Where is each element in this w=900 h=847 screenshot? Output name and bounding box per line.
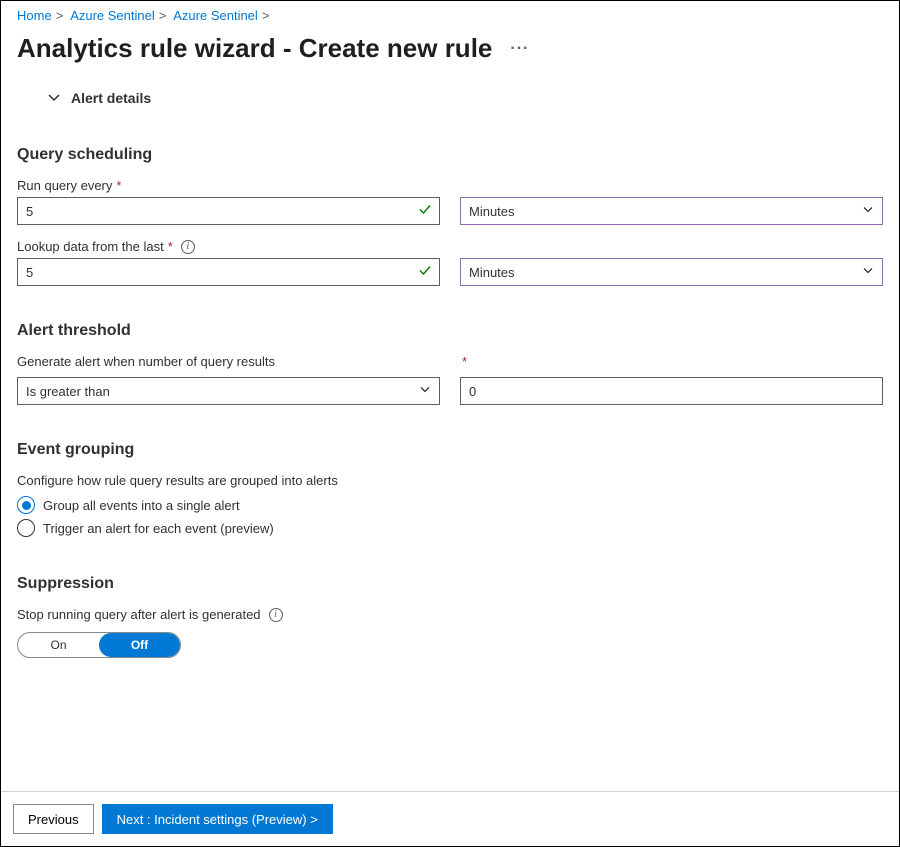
- suppression-label: Stop running query after alert is genera…: [17, 607, 883, 622]
- breadcrumb-sentinel-2[interactable]: Azure Sentinel: [173, 8, 258, 23]
- more-icon[interactable]: ···: [510, 40, 529, 58]
- run-every-input[interactable]: [17, 197, 440, 225]
- breadcrumb-sentinel-1[interactable]: Azure Sentinel: [70, 8, 155, 23]
- run-every-unit-select[interactable]: Minutes: [460, 197, 883, 225]
- toggle-on[interactable]: On: [18, 633, 99, 657]
- threshold-condition-label: Generate alert when number of query resu…: [17, 354, 440, 369]
- wizard-footer: Previous Next : Incident settings (Previ…: [1, 791, 899, 846]
- section-threshold-title: Alert threshold: [17, 322, 883, 340]
- grouping-description: Configure how rule query results are gro…: [17, 473, 883, 488]
- chevron-down-icon: [862, 204, 874, 219]
- breadcrumb-home[interactable]: Home: [17, 8, 52, 23]
- alert-details-collapser[interactable]: Alert details: [17, 80, 883, 124]
- section-scheduling-title: Query scheduling: [17, 146, 883, 164]
- lookup-input[interactable]: [17, 258, 440, 286]
- radio-icon: [17, 519, 35, 537]
- alert-details-label: Alert details: [71, 90, 151, 106]
- chevron-down-icon: [47, 91, 61, 105]
- info-icon[interactable]: i: [181, 240, 195, 254]
- section-grouping-title: Event grouping: [17, 441, 883, 459]
- page-title: Analytics rule wizard - Create new rule …: [17, 29, 883, 80]
- previous-button[interactable]: Previous: [13, 804, 94, 834]
- breadcrumb: Home> Azure Sentinel> Azure Sentinel>: [17, 6, 883, 29]
- lookup-unit-select[interactable]: Minutes: [460, 258, 883, 286]
- lookup-label: Lookup data from the last* i: [17, 239, 883, 254]
- suppression-toggle[interactable]: On Off: [17, 632, 181, 658]
- threshold-value-input[interactable]: [460, 377, 883, 405]
- grouping-option-single[interactable]: Group all events into a single alert: [17, 496, 883, 514]
- radio-icon: [17, 496, 35, 514]
- next-button[interactable]: Next : Incident settings (Preview) >: [102, 804, 333, 834]
- grouping-option-each[interactable]: Trigger an alert for each event (preview…: [17, 519, 883, 537]
- run-every-label: Run query every*: [17, 178, 883, 193]
- toggle-off[interactable]: Off: [99, 633, 180, 657]
- section-suppression-title: Suppression: [17, 575, 883, 593]
- chevron-down-icon: [419, 384, 431, 399]
- info-icon[interactable]: i: [269, 608, 283, 622]
- chevron-down-icon: [862, 265, 874, 280]
- threshold-operator-select[interactable]: Is greater than: [17, 377, 440, 405]
